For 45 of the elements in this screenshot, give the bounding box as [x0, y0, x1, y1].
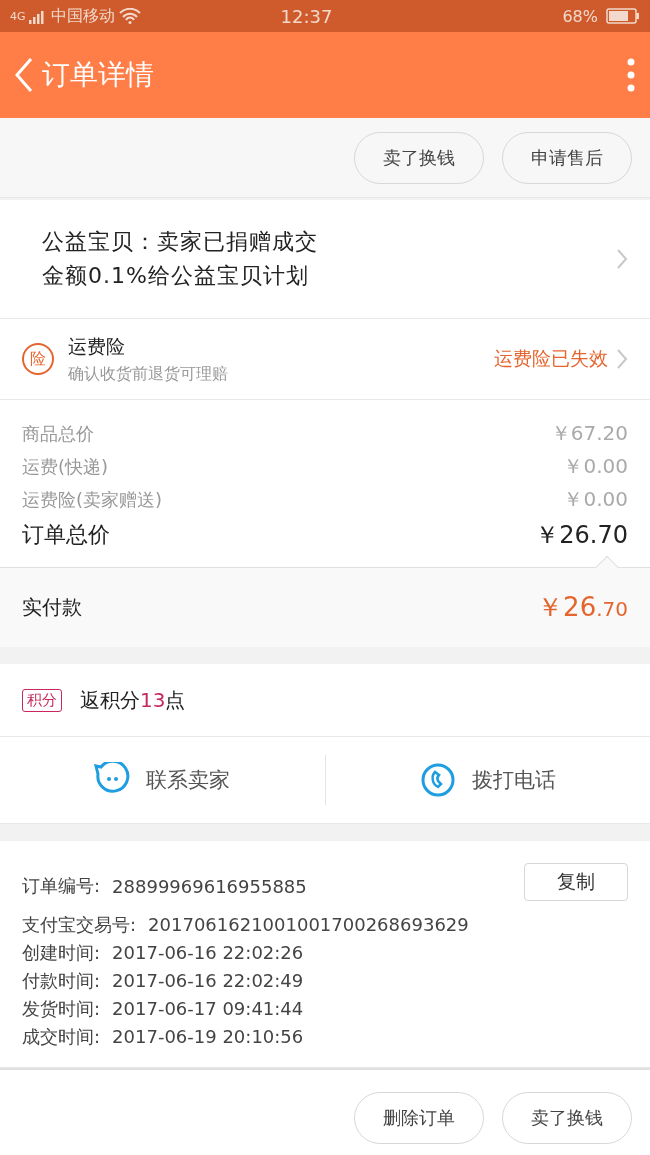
page-title: 订单详情	[42, 57, 155, 93]
more-menu-icon[interactable]	[626, 58, 636, 92]
price-label: 运费险(卖家赠送)	[22, 487, 163, 512]
chevron-right-icon	[616, 248, 628, 270]
info-label: 支付宝交易号:	[22, 912, 137, 937]
price-value: ￥26.70	[535, 520, 628, 551]
info-value: 2017-06-16 22:02:26	[112, 942, 304, 963]
paid-label: 实付款	[22, 594, 82, 621]
insurance-badge: 险	[22, 343, 54, 375]
copy-button[interactable]: 复制	[524, 863, 628, 901]
info-value: 2017061621001001700268693629	[148, 914, 469, 935]
contact-button[interactable]: 联系卖家	[0, 737, 325, 823]
price-label: 商品总价	[22, 421, 94, 446]
price-value: ￥0.00	[563, 453, 628, 480]
points-text: 返积分13点	[80, 686, 186, 714]
battery-icon	[606, 8, 640, 24]
chevron-right-icon	[616, 348, 628, 370]
info-label: 发货时间:	[22, 996, 101, 1021]
charity-notice: 公益宝贝：卖家已捐赠成交金额0.1%给公益宝贝计划	[42, 228, 319, 290]
phone-icon	[419, 762, 456, 798]
clock-time: 12:37	[279, 5, 334, 27]
battery-percent: 68%	[562, 6, 598, 26]
info-value: 2017-06-16 22:02:49	[112, 970, 304, 991]
signal-icon	[28, 8, 45, 24]
price-label: 运费(快递)	[22, 454, 109, 479]
price-value: ￥0.00	[563, 486, 628, 513]
carrier-name: 中国移动	[50, 5, 115, 27]
price-label: 订单总价	[22, 521, 110, 549]
paid-amount: ￥26.70	[537, 591, 628, 624]
wifi-icon	[118, 8, 141, 24]
insurance-subtitle: 确认收货前退货可理赔	[68, 363, 229, 385]
info-value: 2017-06-17 09:41:44	[112, 998, 304, 1019]
insurance-status: 运费险已失效	[494, 346, 608, 371]
back-icon[interactable]	[14, 57, 34, 93]
info-value: 2017-06-19 20:10:56	[112, 1026, 304, 1047]
price-value: ￥67.20	[550, 420, 628, 447]
info-label: 创建时间:	[22, 940, 101, 965]
info-label: 付款时间:	[22, 968, 101, 993]
network-type: 4G	[10, 9, 26, 23]
points-tag: 积分	[22, 688, 62, 712]
info-label: 成交时间:	[22, 1024, 101, 1049]
info-value: 28899969616955885	[112, 875, 307, 897]
contact-button[interactable]: 拨打电话	[325, 737, 650, 823]
info-label: 订单编号:	[22, 874, 101, 898]
insurance-title: 运费险	[68, 333, 126, 359]
